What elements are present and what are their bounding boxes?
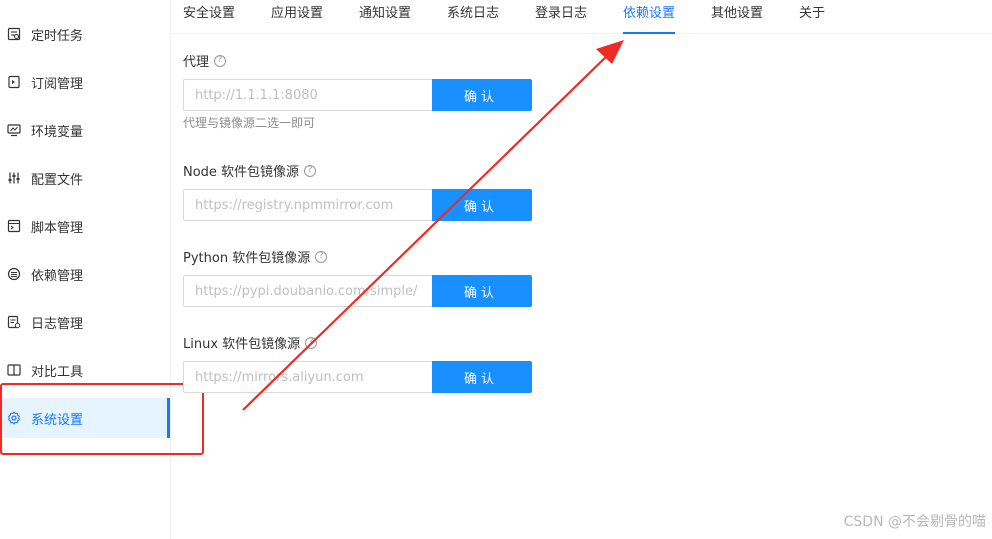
proxy-label: 代理 ? — [183, 51, 227, 70]
settings-tabs: 安全设置 应用设置 通知设置 系统日志 登录日志 依赖设置 其他设置 关于 — [171, 0, 992, 34]
proxy-hint: 代理与镜像源二选一即可 — [183, 116, 316, 130]
proxy-label-text: 代理 — [183, 55, 210, 70]
help-icon: ? — [305, 336, 318, 349]
subscription-icon — [7, 75, 21, 89]
diff-icon — [7, 363, 21, 377]
log-icon — [7, 315, 21, 329]
tab-login-log[interactable]: 登录日志 — [535, 0, 587, 33]
sidebar-item-label: 环境变量 — [31, 124, 84, 140]
help-icon: ? — [304, 164, 317, 177]
sidebar-item-label: 系统设置 — [31, 412, 84, 428]
sidebar-item-label: 对比工具 — [31, 364, 84, 380]
sidebar-item-label: 脚本管理 — [31, 220, 84, 236]
node-mirror-input[interactable] — [183, 189, 432, 221]
sidebar-item-subscription[interactable]: 订阅管理 — [0, 62, 170, 102]
help-icon: ? — [315, 250, 328, 263]
python-confirm-button[interactable]: 确认 — [432, 275, 532, 307]
sidebar-item-label: 配置文件 — [31, 172, 84, 188]
sliders-icon — [7, 171, 21, 185]
sidebar-item-env[interactable]: 环境变量 — [0, 110, 170, 150]
tab-notification[interactable]: 通知设置 — [359, 0, 411, 33]
node-mirror-label: Node 软件包镜像源 ? — [183, 161, 317, 180]
proxy-confirm-button[interactable]: 确认 — [432, 79, 532, 111]
proxy-input[interactable] — [183, 79, 432, 111]
help-icon: ? — [214, 54, 227, 67]
tab-app[interactable]: 应用设置 — [271, 0, 323, 33]
linux-mirror-label-text: Linux 软件包镜像源 — [183, 337, 301, 352]
node-confirm-button[interactable]: 确认 — [432, 189, 532, 221]
python-mirror-label: Python 软件包镜像源 ? — [183, 247, 328, 266]
tab-dependency[interactable]: 依赖设置 — [623, 0, 676, 34]
sidebar-item-cron[interactable]: 定时任务 — [0, 14, 170, 54]
calendar-icon — [7, 27, 21, 41]
sidebar-item-label: 订阅管理 — [31, 76, 84, 92]
tab-system-log[interactable]: 系统日志 — [447, 0, 499, 33]
python-mirror-label-text: Python 软件包镜像源 — [183, 251, 311, 266]
monitor-icon — [7, 123, 21, 137]
watermark: CSDN @不会剔骨的喵 — [843, 514, 986, 530]
python-mirror-input[interactable] — [183, 275, 432, 307]
sidebar-item-label: 依赖管理 — [31, 268, 84, 284]
sidebar-item-label: 日志管理 — [31, 316, 84, 332]
sidebar-item-dependencies[interactable]: 依赖管理 — [0, 254, 170, 294]
tab-about[interactable]: 关于 — [799, 0, 825, 33]
database-icon — [7, 267, 21, 281]
sidebar-item-scripts[interactable]: 脚本管理 — [0, 206, 170, 246]
node-mirror-label-text: Node 软件包镜像源 — [183, 165, 300, 180]
code-file-icon — [7, 219, 21, 233]
tab-security[interactable]: 安全设置 — [183, 0, 235, 33]
linux-mirror-input[interactable] — [183, 361, 432, 393]
sidebar-item-config[interactable]: 配置文件 — [0, 158, 170, 198]
sidebar-item-settings[interactable]: 系统设置 — [0, 398, 170, 438]
sidebar-item-diff[interactable]: 对比工具 — [0, 350, 170, 390]
tab-other[interactable]: 其他设置 — [711, 0, 763, 33]
sidebar: 定时任务 订阅管理 环境变量 配置文件 脚本管理 依赖管理 日志管理 对比工具 … — [0, 0, 171, 539]
gear-icon — [7, 411, 21, 425]
sidebar-item-label: 定时任务 — [31, 28, 84, 44]
linux-confirm-button[interactable]: 确认 — [432, 361, 532, 393]
linux-mirror-label: Linux 软件包镜像源 ? — [183, 333, 318, 352]
sidebar-item-logs[interactable]: 日志管理 — [0, 302, 170, 342]
